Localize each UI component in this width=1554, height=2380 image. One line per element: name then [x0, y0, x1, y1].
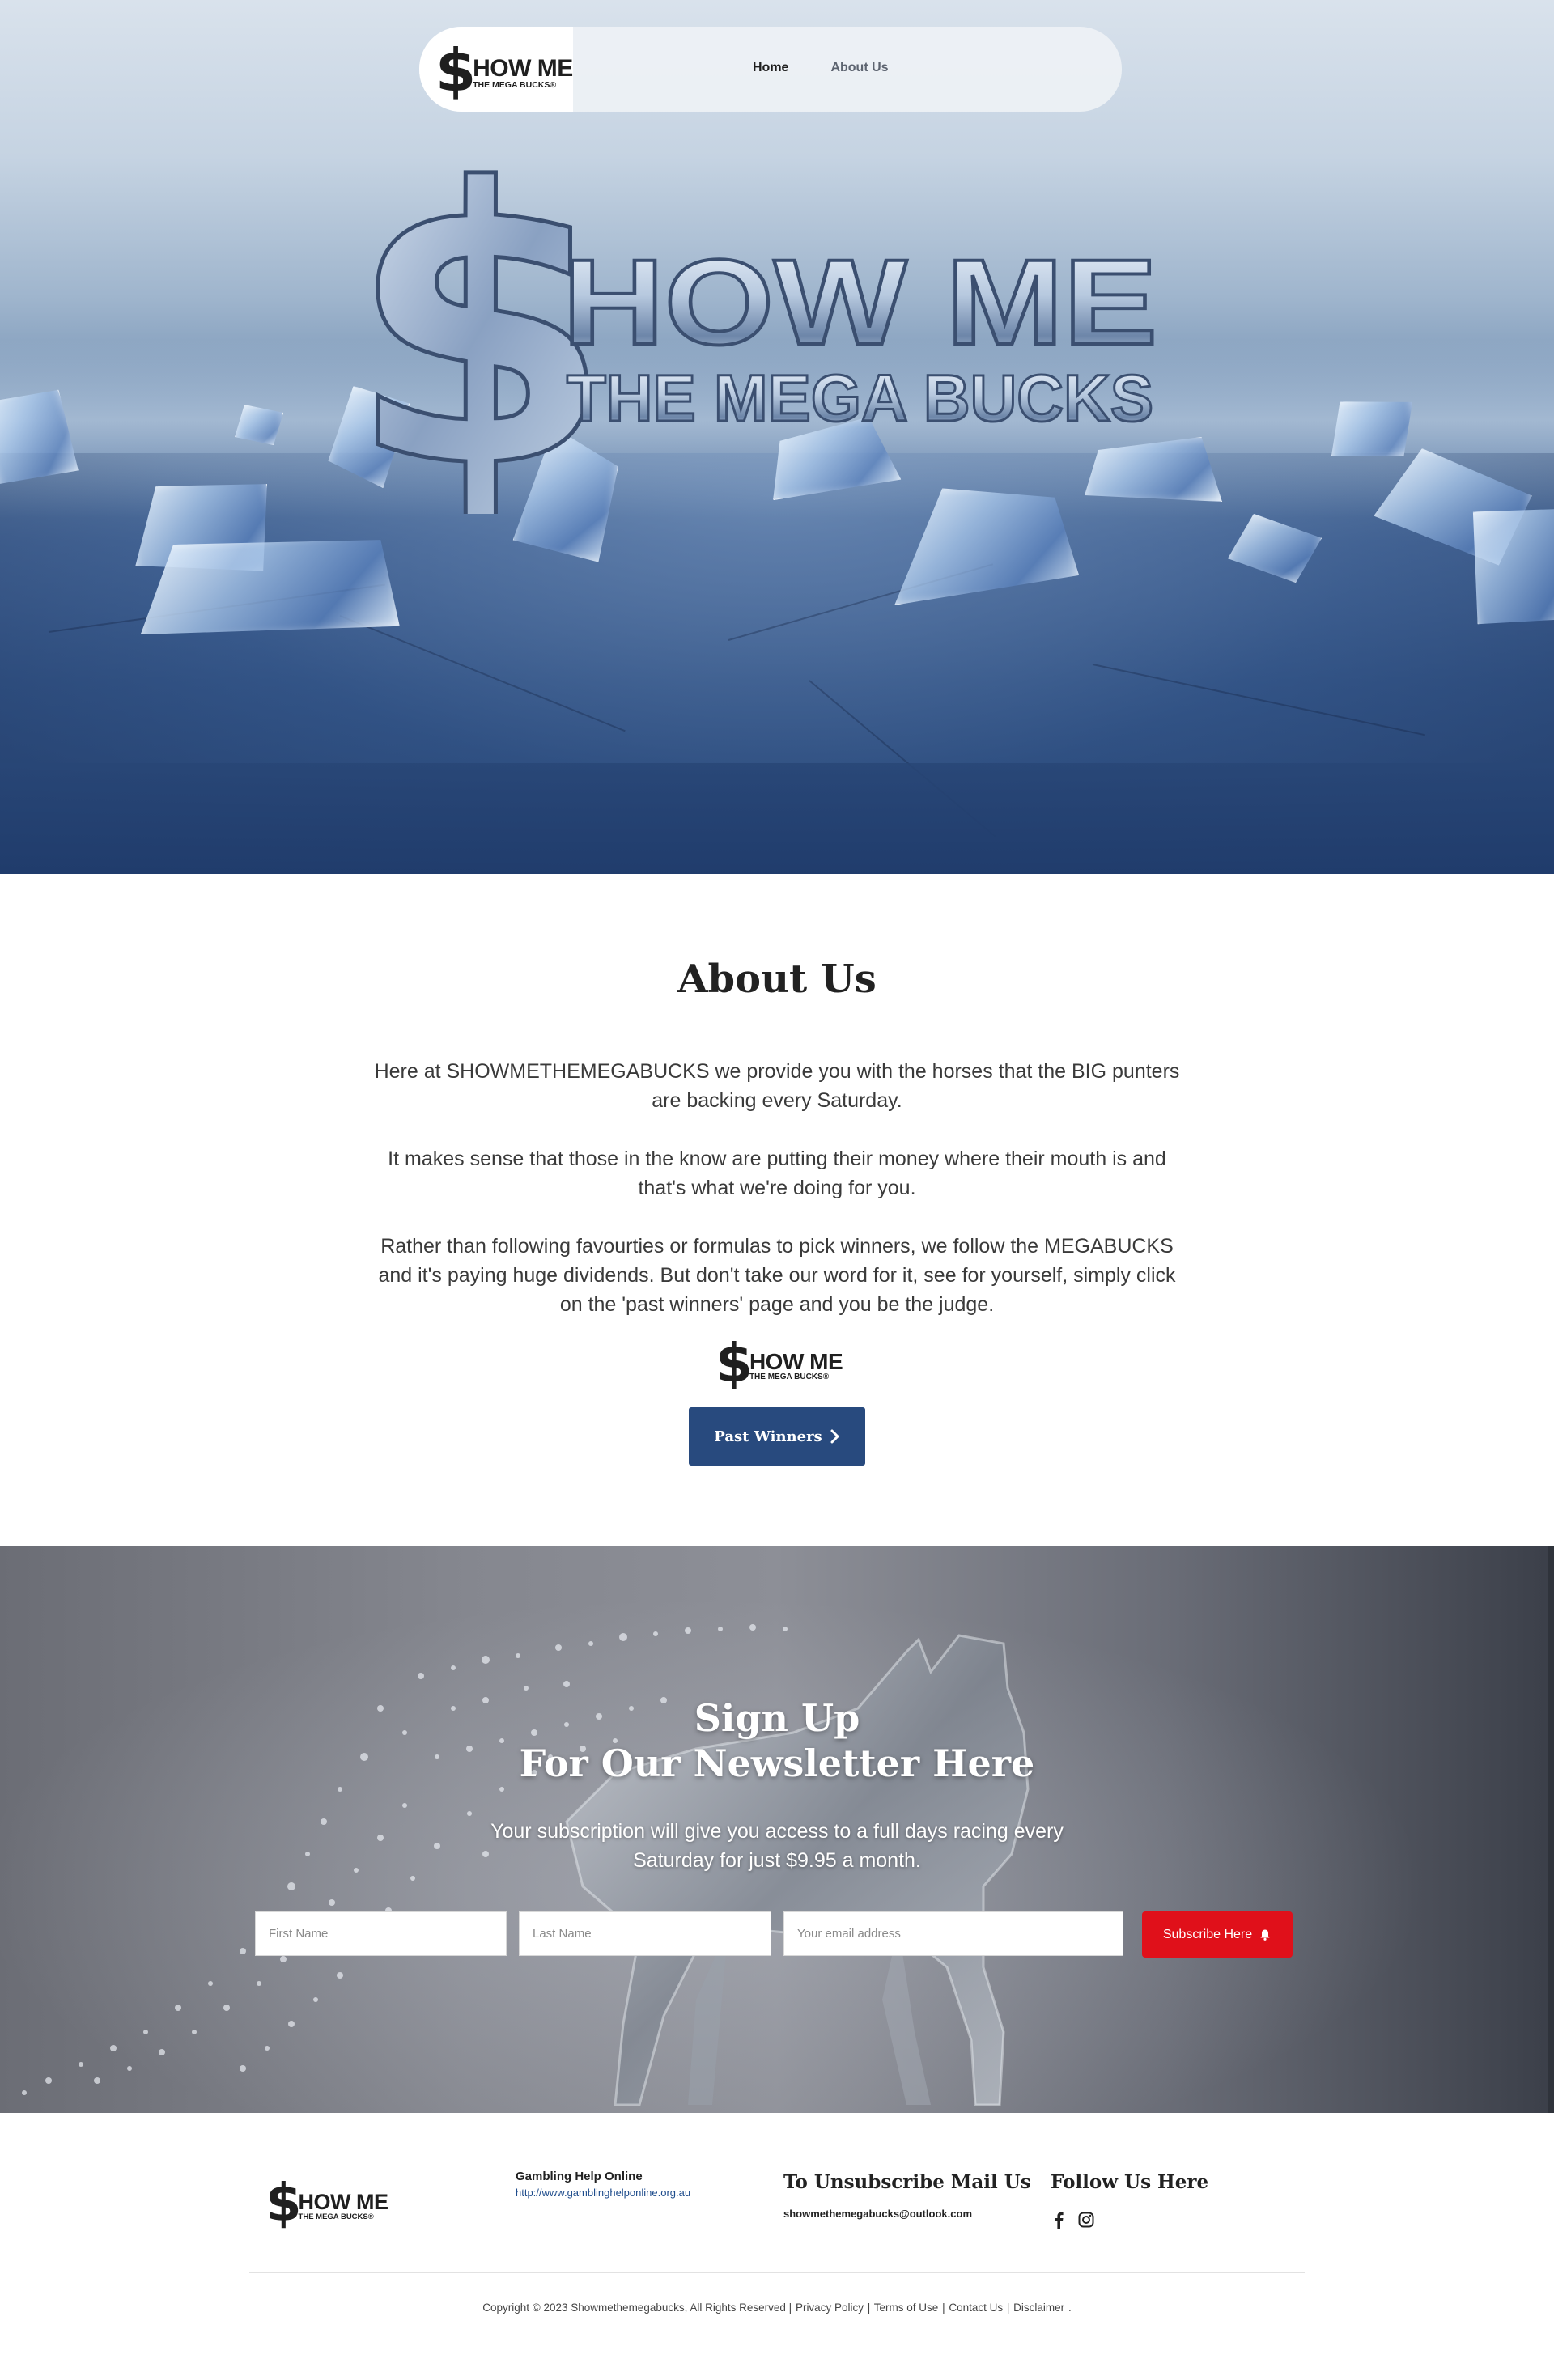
chevron-right-icon [830, 1429, 839, 1444]
logo-line2: THE MEGA BUCKS® [749, 1372, 830, 1381]
instagram-icon[interactable] [1077, 2211, 1095, 2229]
about-logo: $ HOW ME THE MEGA BUCKS® [715, 1337, 843, 1390]
bell-icon [1260, 1929, 1270, 1941]
about-paragraph-1: Here at SHOWMETHEMEGABUCKS we provide yo… [374, 1060, 1180, 1112]
newsletter-title-line1: Sign Up [694, 1696, 860, 1740]
about-paragraph-3: Rather than following favourties or form… [378, 1235, 1176, 1316]
last-name-input[interactable] [519, 1911, 771, 1956]
contact-us-link[interactable]: Contact Us [949, 2302, 1003, 2314]
subscribe-button[interactable]: Subscribe Here [1142, 1911, 1293, 1958]
footer-logo: $ HOW ME THE MEGA BUCKS® [265, 2178, 388, 2229]
separator: | [942, 2302, 945, 2314]
hero-section: $ HOW ME THE MEGA BUCKS $ HOW ME THE MEG… [0, 0, 1554, 874]
disclaimer-link[interactable]: Disclaimer [1013, 2302, 1064, 2314]
email-input[interactable] [783, 1911, 1123, 1956]
logo-dollar-icon: $ [715, 1332, 753, 1394]
terms-of-use-link[interactable]: Terms of Use [874, 2302, 939, 2314]
copyright-bar: Copyright © 2023 Showmethemegabucks, All… [0, 2302, 1554, 2314]
trailing-period: . [1068, 2302, 1072, 2314]
section-edge [1548, 1546, 1554, 2113]
top-navigation: $ HOW ME THE MEGA BUCKS® Home About Us [419, 27, 1122, 112]
nav-links: Home About Us [753, 61, 889, 75]
hero-logo-line1: HOW ME [563, 234, 1157, 370]
nav-about-link[interactable]: About Us [830, 61, 888, 75]
unsubscribe-email-link[interactable]: showmethemegabucks@outlook.com [783, 2208, 972, 2220]
footer-divider [249, 2272, 1305, 2273]
brand-logo: $ HOW ME THE MEGA BUCKS® [435, 41, 573, 100]
logo-line1: HOW ME [298, 2189, 389, 2214]
about-paragraph-2: It makes sense that those in the know ar… [388, 1148, 1166, 1199]
unsubscribe-title: To Unsubscribe Mail Us [783, 2171, 1031, 2193]
logo-line2: THE MEGA BUCKS® [298, 2212, 374, 2221]
social-links [1050, 2211, 1095, 2229]
nav-home-link[interactable]: Home [753, 61, 788, 75]
privacy-policy-link[interactable]: Privacy Policy [796, 2302, 864, 2314]
copyright-text: Copyright © 2023 Showmethemegabucks, All… [482, 2302, 792, 2314]
separator: | [1006, 2302, 1010, 2314]
logo-line1: HOW ME [749, 1349, 843, 1374]
separator: | [867, 2302, 871, 2314]
newsletter-subtitle: Your subscription will give you access t… [490, 1820, 1064, 1872]
ice-cube [134, 529, 400, 644]
hero-logo-line2: THE MEGA BUCKS [567, 362, 1153, 435]
newsletter-title-line2: For Our Newsletter Here [519, 1742, 1035, 1785]
logo-line1: HOW ME [473, 54, 573, 82]
first-name-input[interactable] [255, 1911, 507, 1956]
subscribe-label: Subscribe Here [1162, 1927, 1253, 1941]
logo-dollar-icon: $ [435, 36, 477, 104]
hero-logo: $ HOW ME THE MEGA BUCKS [348, 142, 1159, 514]
follow-us-title: Follow Us Here [1051, 2171, 1209, 2193]
past-winners-label: Past Winners [714, 1428, 822, 1445]
past-winners-button[interactable]: Past Winners [689, 1407, 865, 1466]
gambling-help-title: Gambling Help Online [516, 2170, 643, 2183]
nav-logo[interactable]: $ HOW ME THE MEGA BUCKS® [419, 27, 573, 112]
hero-lower-band [0, 763, 1554, 874]
gambling-help-link[interactable]: http://www.gamblinghelponline.org.au [516, 2187, 690, 2199]
logo-dollar-icon: $ [265, 2174, 302, 2234]
about-title: About Us [677, 957, 877, 1002]
logo-line2: THE MEGA BUCKS® [473, 79, 557, 90]
facebook-icon[interactable] [1050, 2211, 1068, 2229]
